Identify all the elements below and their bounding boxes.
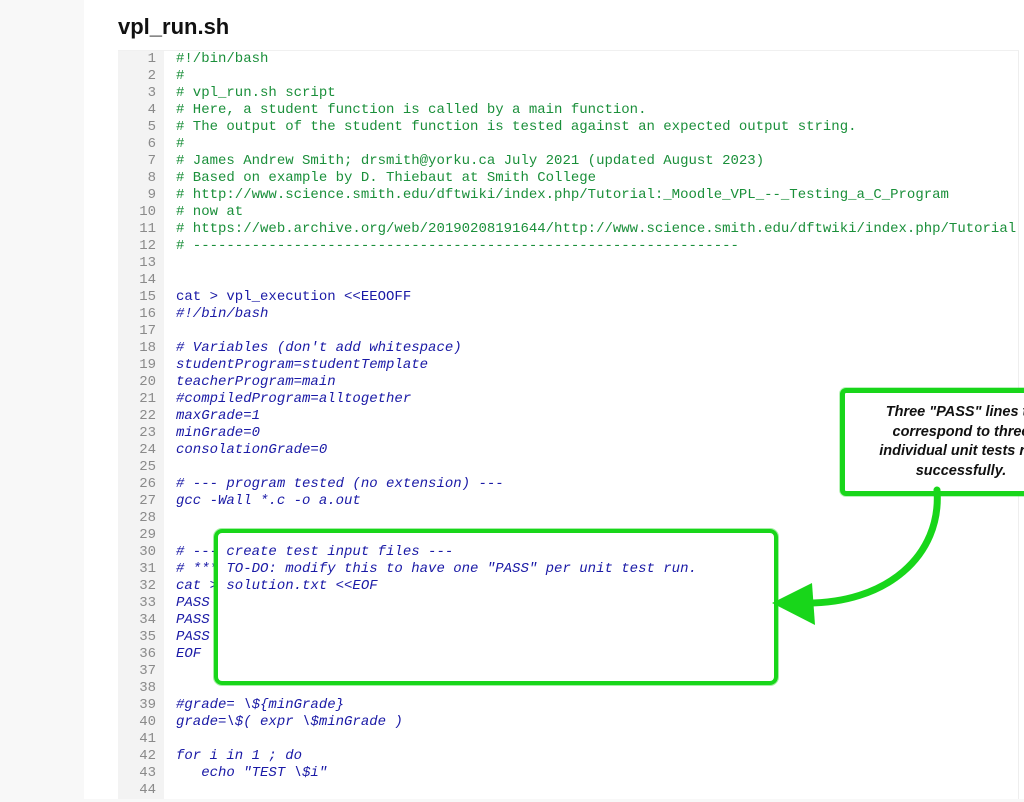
code-line xyxy=(176,272,1018,289)
line-number-gutter: 1234567891011121314151617181920212223242… xyxy=(118,51,164,799)
code-line xyxy=(176,527,1018,544)
code-line: # James Andrew Smith; drsmith@yorku.ca J… xyxy=(176,153,1018,170)
line-number: 42 xyxy=(118,748,164,765)
code-line: # https://web.archive.org/web/2019020819… xyxy=(176,221,1018,238)
page: Execution files vpl_run.sh 1234567891011… xyxy=(0,0,1024,802)
code-line: grade=\$( expr \$minGrade ) xyxy=(176,714,1018,731)
code-line: # --------------------------------------… xyxy=(176,238,1018,255)
line-number: 22 xyxy=(118,408,164,425)
line-number: 18 xyxy=(118,340,164,357)
code-editor: 1234567891011121314151617181920212223242… xyxy=(118,50,1019,799)
code-line: studentProgram=studentTemplate xyxy=(176,357,1018,374)
line-number: 28 xyxy=(118,510,164,527)
line-number: 43 xyxy=(118,765,164,782)
line-number: 31 xyxy=(118,561,164,578)
line-number: 27 xyxy=(118,493,164,510)
code-line xyxy=(176,663,1018,680)
line-number: 15 xyxy=(118,289,164,306)
code-line: # The output of the student function is … xyxy=(176,119,1018,136)
filename-heading: vpl_run.sh xyxy=(118,14,1024,40)
code-line: # Based on example by D. Thiebaut at Smi… xyxy=(176,170,1018,187)
line-number: 25 xyxy=(118,459,164,476)
code-line: # Here, a student function is called by … xyxy=(176,102,1018,119)
line-number: 3 xyxy=(118,85,164,102)
code-line xyxy=(176,510,1018,527)
code-line xyxy=(176,782,1018,799)
code-line: # --- create test input files --- xyxy=(176,544,1018,561)
code-line xyxy=(176,323,1018,340)
line-number: 11 xyxy=(118,221,164,238)
line-number: 1 xyxy=(118,51,164,68)
code-line: # *** TO-DO: modify this to have one "PA… xyxy=(176,561,1018,578)
line-number: 6 xyxy=(118,136,164,153)
code-line: # http://www.science.smith.edu/dftwiki/i… xyxy=(176,187,1018,204)
code-line: # Variables (don't add whitespace) xyxy=(176,340,1018,357)
code-body[interactable]: #!/bin/bash## vpl_run.sh script# Here, a… xyxy=(164,51,1019,799)
code-line: #grade= \${minGrade} xyxy=(176,697,1018,714)
code-line: PASS xyxy=(176,595,1018,612)
code-line: EOF xyxy=(176,646,1018,663)
line-number: 34 xyxy=(118,612,164,629)
line-number: 13 xyxy=(118,255,164,272)
line-number: 12 xyxy=(118,238,164,255)
code-line: PASS xyxy=(176,612,1018,629)
line-number: 5 xyxy=(118,119,164,136)
line-number: 20 xyxy=(118,374,164,391)
line-number: 30 xyxy=(118,544,164,561)
line-number: 2 xyxy=(118,68,164,85)
line-number: 35 xyxy=(118,629,164,646)
code-line: for i in 1 ; do xyxy=(176,748,1018,765)
line-number: 39 xyxy=(118,697,164,714)
content-panel: Execution files vpl_run.sh 1234567891011… xyxy=(84,0,1024,799)
line-number: 33 xyxy=(118,595,164,612)
code-line: #!/bin/bash xyxy=(176,51,1018,68)
line-number: 24 xyxy=(118,442,164,459)
line-number: 8 xyxy=(118,170,164,187)
line-number: 44 xyxy=(118,782,164,799)
code-line: PASS xyxy=(176,629,1018,646)
line-number: 14 xyxy=(118,272,164,289)
line-number: 17 xyxy=(118,323,164,340)
line-number: 32 xyxy=(118,578,164,595)
line-number: 40 xyxy=(118,714,164,731)
line-number: 41 xyxy=(118,731,164,748)
code-line xyxy=(176,459,1018,476)
code-line: cat > solution.txt <<EOF xyxy=(176,578,1018,595)
line-number: 37 xyxy=(118,663,164,680)
line-number: 29 xyxy=(118,527,164,544)
line-number: 10 xyxy=(118,204,164,221)
line-number: 38 xyxy=(118,680,164,697)
line-number: 4 xyxy=(118,102,164,119)
code-line: # now at xyxy=(176,204,1018,221)
code-line: # xyxy=(176,136,1018,153)
code-line: gcc -Wall *.c -o a.out xyxy=(176,493,1018,510)
code-line: #compiledProgram=alltogether xyxy=(176,391,1018,408)
code-line: maxGrade=1 xyxy=(176,408,1018,425)
line-number: 23 xyxy=(118,425,164,442)
code-line: # xyxy=(176,68,1018,85)
code-line: teacherProgram=main xyxy=(176,374,1018,391)
code-line: consolationGrade=0 xyxy=(176,442,1018,459)
code-line: # vpl_run.sh script xyxy=(176,85,1018,102)
line-number: 9 xyxy=(118,187,164,204)
code-line: # --- program tested (no extension) --- xyxy=(176,476,1018,493)
code-line xyxy=(176,731,1018,748)
line-number: 7 xyxy=(118,153,164,170)
code-line: echo "TEST \$i" xyxy=(176,765,1018,782)
line-number: 26 xyxy=(118,476,164,493)
code-line xyxy=(176,680,1018,697)
line-number: 36 xyxy=(118,646,164,663)
section-title: Execution files xyxy=(84,0,1024,8)
line-number: 21 xyxy=(118,391,164,408)
code-line xyxy=(176,255,1018,272)
code-line: minGrade=0 xyxy=(176,425,1018,442)
code-line: cat > vpl_execution <<EEOOFF xyxy=(176,289,1018,306)
code-line: #!/bin/bash xyxy=(176,306,1018,323)
line-number: 16 xyxy=(118,306,164,323)
line-number: 19 xyxy=(118,357,164,374)
